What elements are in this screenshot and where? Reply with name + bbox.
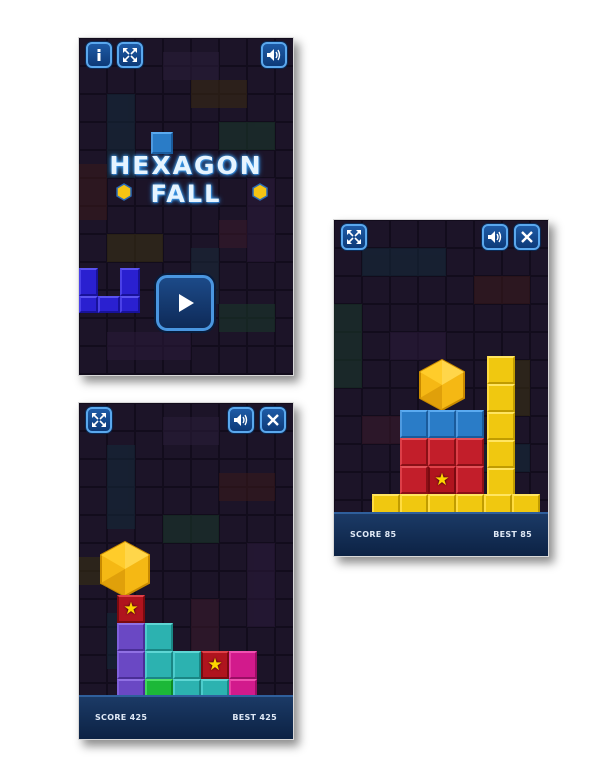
sound-button[interactable] [482, 224, 508, 250]
block [120, 268, 140, 296]
speaker-icon [267, 49, 281, 61]
game-screen-b: ★ SCORE 85 BEST 85 [333, 219, 549, 557]
block [487, 412, 515, 440]
block [229, 651, 257, 679]
block [400, 438, 428, 466]
fullscreen-icon [92, 413, 106, 427]
title-screen: HEXAGON FALL [78, 37, 294, 376]
star-block: ★ [201, 651, 229, 679]
score-label: SCORE 425 [95, 713, 148, 722]
play-button[interactable] [156, 275, 214, 331]
block [120, 296, 140, 313]
player-hexagon [100, 540, 150, 598]
block [400, 466, 428, 494]
close-icon [267, 414, 279, 426]
close-icon [521, 231, 533, 243]
block [145, 651, 173, 679]
block [487, 356, 515, 384]
close-button[interactable] [260, 407, 286, 433]
block [456, 438, 484, 466]
score-label: SCORE 85 [350, 530, 397, 539]
block [98, 296, 120, 313]
block [79, 296, 98, 313]
star-icon: ★ [434, 469, 450, 490]
block [487, 384, 515, 412]
star-icon: ★ [207, 654, 223, 675]
play-icon [179, 294, 194, 312]
block [400, 410, 428, 438]
best-score-label: BEST 85 [493, 530, 532, 539]
block [173, 651, 201, 679]
sound-button[interactable] [261, 42, 287, 68]
block [117, 623, 145, 651]
hexagon-icon-right [252, 183, 268, 201]
fullscreen-icon [123, 48, 137, 62]
title-line-1: HEXAGON [109, 151, 263, 180]
close-button[interactable] [514, 224, 540, 250]
fullscreen-button[interactable] [117, 42, 143, 68]
block [428, 410, 456, 438]
block [487, 440, 515, 468]
block [428, 438, 456, 466]
hexagon-icon-left [116, 183, 132, 201]
star-icon: ★ [123, 598, 139, 619]
star-block: ★ [117, 595, 145, 623]
sound-button[interactable] [228, 407, 254, 433]
block [145, 623, 173, 651]
fullscreen-button[interactable] [341, 224, 367, 250]
best-score-label: BEST 425 [232, 713, 277, 722]
player-hexagon [419, 358, 465, 412]
speaker-icon [488, 231, 502, 243]
info-icon [97, 49, 101, 61]
score-bar: SCORE 425 BEST 425 [79, 695, 293, 739]
fullscreen-button[interactable] [86, 407, 112, 433]
score-bar: SCORE 85 BEST 85 [334, 512, 548, 556]
block [117, 651, 145, 679]
fullscreen-icon [347, 230, 361, 244]
speaker-icon [234, 414, 248, 426]
block [456, 466, 484, 494]
block [79, 268, 98, 296]
block [487, 468, 515, 496]
info-button[interactable] [86, 42, 112, 68]
game-screen-a: ★ ★ SCORE 425 BEST 425 [78, 402, 294, 740]
star-block: ★ [428, 466, 456, 494]
block [456, 410, 484, 438]
